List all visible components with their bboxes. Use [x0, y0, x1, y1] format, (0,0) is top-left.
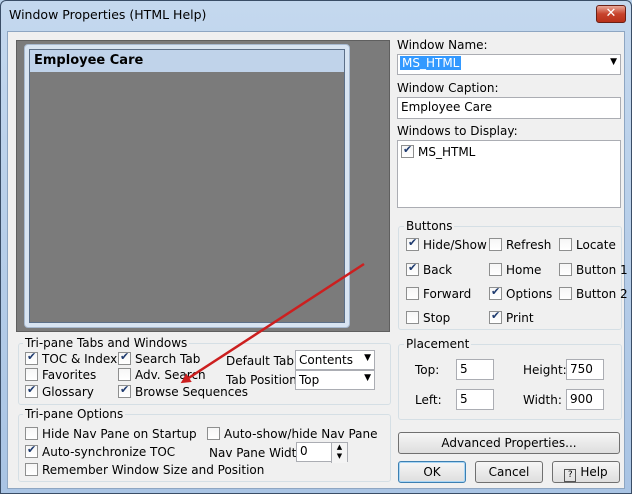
window-properties-dialog: Window Properties (HTML Help) ✕ Employee… — [0, 0, 632, 494]
annotation-arrow-icon — [180, 262, 365, 384]
